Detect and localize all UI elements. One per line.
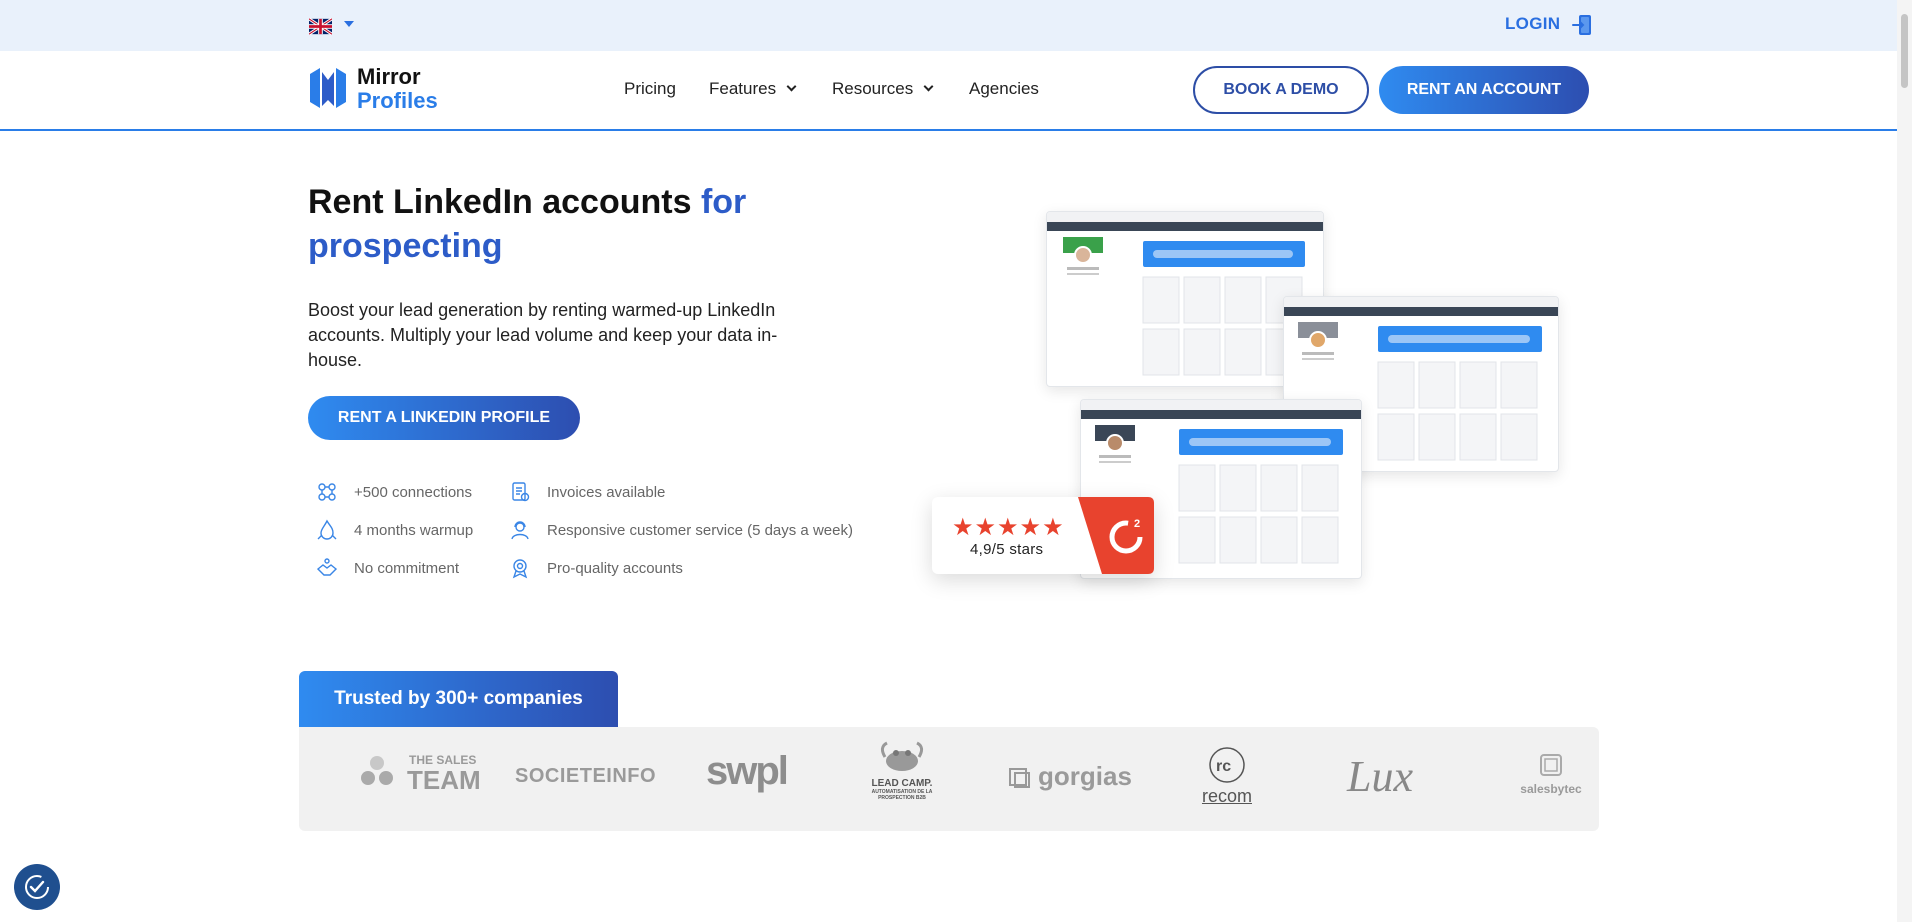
logo-text: salesbytec	[1520, 782, 1582, 796]
nav-pricing-label: Pricing	[624, 79, 676, 98]
logo-societeinfo: SOCIETEINFO	[515, 765, 657, 787]
scrollbar-thumb[interactable]	[1901, 14, 1908, 88]
feature-label: Responsive customer service (5 days a we…	[547, 521, 853, 539]
gorgias-logo-icon	[1009, 767, 1030, 788]
hero-subtitle: Boost your lead generation by renting wa…	[308, 300, 778, 370]
login-link[interactable]: LOGIN	[1505, 14, 1560, 34]
g2-badge-icon: 2	[1078, 497, 1154, 574]
salesbytec-logo-icon	[1540, 754, 1562, 776]
logo-gorgias: gorgias	[1008, 761, 1132, 792]
sales-team-circles-icon	[361, 756, 393, 785]
nav-resources[interactable]: Resources	[832, 79, 934, 99]
language-chevron-down-icon[interactable]	[344, 21, 354, 27]
logo-line1: LEAD CAMP.	[871, 778, 933, 789]
uk-flag-icon[interactable]	[309, 18, 332, 35]
top-bar: LOGIN	[0, 0, 1897, 51]
svg-text:2: 2	[1134, 518, 1140, 530]
feature-no-commitment: No commitment	[316, 557, 459, 579]
chevron-down-icon	[923, 81, 934, 92]
feature-label: 4 months warmup	[354, 521, 474, 539]
support-icon	[511, 521, 529, 540]
nav-agencies[interactable]: Agencies	[969, 79, 1039, 99]
client-logos-band: THE SALES TEAM SOCIETEINFO swpl LEAD CAM…	[299, 727, 1599, 831]
brand-name-line2[interactable]: Profiles	[357, 89, 438, 113]
feature-label: No commitment	[354, 559, 460, 577]
main-navbar: Mirror Profiles Pricing Features Resourc…	[0, 51, 1897, 131]
cookie-check-icon	[25, 875, 49, 899]
logo-lead-camp: LEAD CAMP. AUTOMATISATION DE LA PROSPECT…	[867, 739, 937, 801]
logo-swpl: swpl	[706, 749, 789, 793]
crab-icon	[880, 741, 924, 771]
cookie-settings-button[interactable]	[14, 864, 60, 910]
warmup-icon	[317, 519, 337, 540]
feature-quality: Pro-quality accounts	[509, 557, 683, 579]
nav-resources-label: Resources	[832, 79, 914, 98]
feature-connections: +500 connections	[316, 481, 472, 503]
rating-stars-icon: ★★★★★	[952, 514, 1065, 541]
recom-logo-icon: rc	[1209, 747, 1245, 783]
rating-text: 4,9/5 stars	[970, 541, 1044, 558]
feature-invoices: Invoices available	[509, 481, 665, 503]
connections-icon	[318, 483, 336, 501]
nav-pricing[interactable]: Pricing	[624, 79, 676, 99]
logo-text: recom	[1201, 786, 1252, 806]
svg-text:rc: rc	[1216, 758, 1231, 775]
logo-line3: PROSPECTION B2B	[878, 795, 926, 801]
invoice-icon	[512, 482, 530, 502]
nav-features[interactable]: Features	[709, 79, 797, 99]
rent-account-button[interactable]: RENT AN ACCOUNT	[1379, 66, 1589, 114]
hero-title: Rent LinkedIn accounts for prospecting	[308, 180, 868, 268]
nav-features-label: Features	[709, 79, 777, 98]
rent-linkedin-profile-button[interactable]: RENT A LINKEDIN PROFILE	[308, 396, 580, 440]
logo-recom: rc recom	[1185, 745, 1269, 807]
feature-support: Responsive customer service (5 days a we…	[509, 519, 853, 541]
logo-salesbytec: salesbytec	[1503, 753, 1599, 796]
logo-lux: Lux	[1347, 752, 1413, 801]
feature-warmup: 4 months warmup	[316, 519, 473, 541]
page-scrollbar[interactable]	[1897, 0, 1912, 922]
mirror-profiles-logo-icon[interactable]	[308, 66, 348, 110]
feature-label: Pro-quality accounts	[547, 559, 683, 577]
nav-agencies-label: Agencies	[969, 79, 1039, 98]
book-demo-button[interactable]: BOOK A DEMO	[1193, 66, 1369, 114]
logo-big-text: TEAM	[407, 765, 481, 795]
login-door-icon[interactable]	[1572, 14, 1592, 36]
brand-name-line1[interactable]: Mirror	[357, 65, 421, 89]
quality-icon	[512, 559, 528, 579]
logo-text: gorgias	[1038, 761, 1132, 791]
chevron-down-icon	[786, 81, 797, 92]
hero-title-main: Rent LinkedIn accounts	[308, 183, 701, 221]
trusted-title-tab: Trusted by 300+ companies	[299, 671, 618, 727]
feature-label: Invoices available	[547, 483, 666, 501]
handshake-icon	[316, 558, 338, 576]
feature-label: +500 connections	[354, 483, 473, 501]
